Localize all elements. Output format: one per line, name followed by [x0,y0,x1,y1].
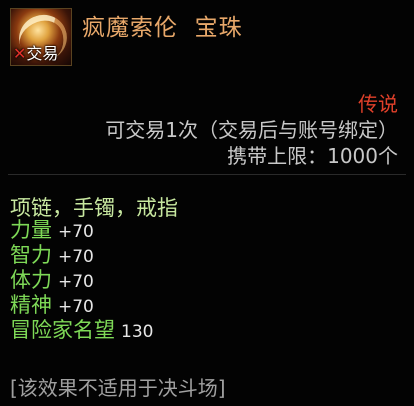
stat-name: 智力 [10,243,52,267]
stat-row: 冒险家名望 130 [10,318,153,343]
carry-limit: 携带上限：1000个 [227,144,398,168]
tradable-badge: ✕交易 [13,45,58,63]
stat-value: +70 [58,297,94,317]
stat-value: +70 [58,272,94,292]
stat-name: 精神 [10,293,52,317]
item-rarity: 传说 [358,92,398,116]
item-tooltip: ✕交易 疯魔索伦 宝珠 传说 可交易1次（交易后与账号绑定） 携带上限：1000… [0,0,414,406]
tradable-label: 交易 [26,44,59,63]
item-type: 宝珠 [194,15,243,41]
stat-value: +70 [58,222,94,242]
stat-name: 力量 [10,218,52,242]
stat-row: 体力 +70 [10,268,153,293]
orb-icon: ✕交易 [10,8,72,66]
stat-row: 力量 +70 [10,218,153,243]
stat-value: 130 [121,322,154,342]
stat-row: 精神 +70 [10,293,153,318]
trade-info: 可交易1次（交易后与账号绑定） [105,118,398,142]
stat-name: 体力 [10,268,52,292]
stat-name: 冒险家名望 [10,318,115,342]
stat-row: 智力 +70 [10,243,153,268]
item-title: 疯魔索伦 宝珠 [82,8,243,42]
trade-mark-icon: ✕ [13,44,27,63]
divider [8,174,406,175]
duel-note: [该效果不适用于决斗场] [10,376,226,400]
stat-value: +70 [58,247,94,267]
stat-list: 力量 +70 智力 +70 体力 +70 精神 +70 冒险家名望 130 [10,218,153,343]
item-name: 疯魔索伦 [82,15,178,41]
